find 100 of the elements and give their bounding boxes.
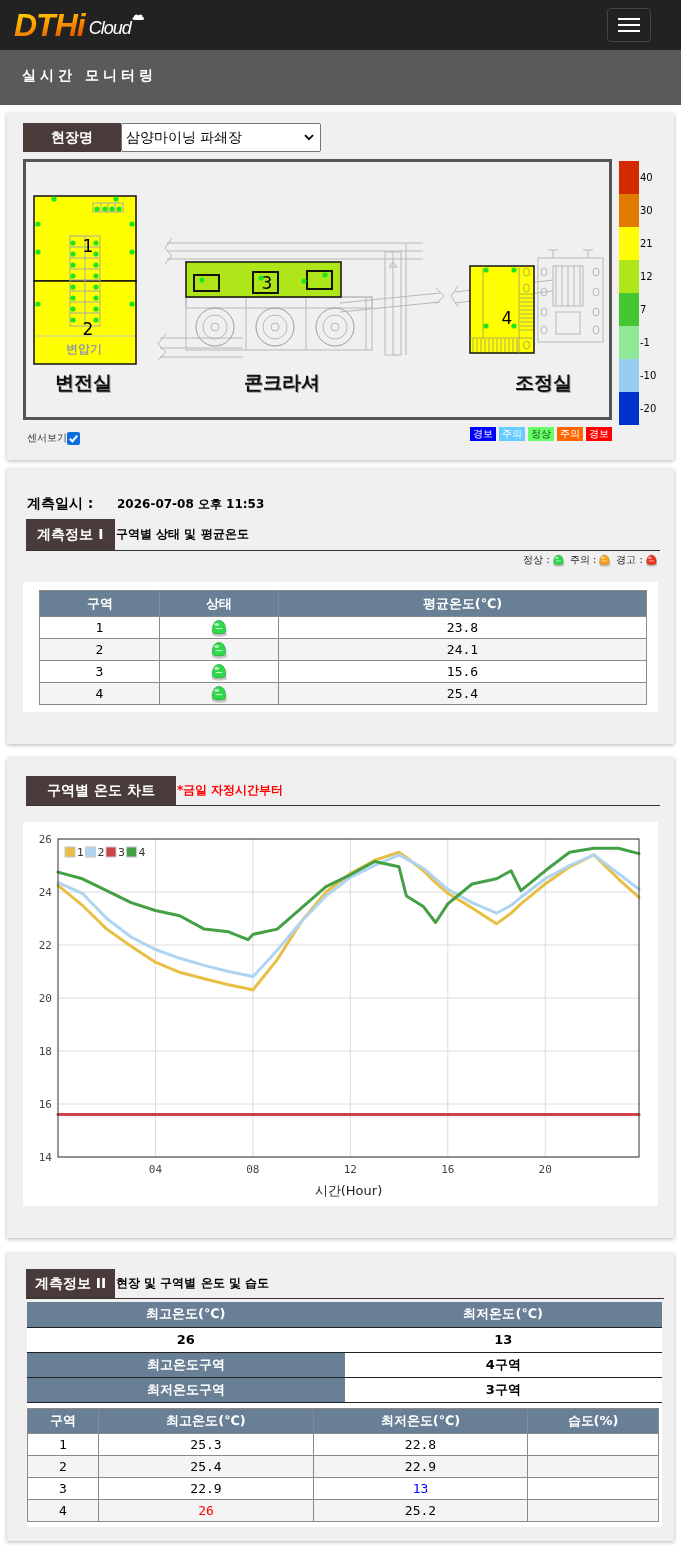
sensor-dot-icon: [483, 323, 489, 329]
table-cell: 23.8: [278, 616, 647, 639]
section-title: 계측정보 II: [26, 1269, 115, 1298]
zone-number: 4: [501, 308, 513, 328]
axis-tick-label: 20: [538, 1163, 552, 1176]
equipment-outline: [193, 274, 220, 292]
sensor-dot-icon: [93, 317, 99, 323]
table-cell: 15.6: [278, 660, 647, 683]
section-title: 구역별 온도 차트: [26, 776, 176, 805]
axis-tick-label: 24: [38, 886, 52, 899]
legend-label: 1: [77, 846, 84, 859]
zone-number: 1: [82, 236, 94, 256]
summary-label: 최고온도(℃): [27, 1302, 345, 1327]
sensor-dot-icon: [93, 273, 99, 279]
menu-button[interactable]: [607, 8, 651, 42]
summary-value: 3구역: [344, 1377, 662, 1402]
table-cell: 3: [27, 1477, 99, 1499]
chevron-down-icon: [304, 134, 314, 141]
sensor-toggle-label: 센서보기: [27, 431, 67, 445]
measured-at-label: 계측일시 :: [27, 495, 95, 513]
column-header: 구역: [27, 1408, 99, 1433]
summary-value: 26: [27, 1327, 345, 1352]
column-header: 평균온도(℃): [278, 590, 647, 617]
sensor-dot-icon: [70, 240, 76, 246]
section-subtitle: 현장 및 구역별 온도 및 습도: [116, 1275, 269, 1292]
sensor-dot-icon: [70, 284, 76, 290]
summary-label: 최저온도(℃): [344, 1302, 662, 1327]
sensor-dot-icon: [301, 278, 307, 284]
logo-subtitle: Cloud: [88, 17, 131, 39]
menu-icon: [618, 17, 640, 33]
summary-label: 최고온도구역: [27, 1352, 345, 1377]
axis-tick-label: 12: [343, 1163, 357, 1176]
section-subtitle: 구역별 상태 및 평균온도: [116, 526, 249, 543]
sensor-dot-icon: [93, 295, 99, 301]
section-title: 계측정보 I: [26, 519, 115, 550]
table-cell: 25.3: [98, 1433, 314, 1455]
axis-tick-label: 22: [38, 939, 52, 952]
zone-number: 3: [261, 273, 273, 293]
sensor-dot-icon: [129, 301, 135, 307]
cloud-icon: [131, 13, 144, 20]
column-header: 구역: [39, 590, 160, 617]
status-legend-label: 경고 :: [616, 553, 643, 567]
sensor-dot-icon: [511, 323, 517, 329]
table-cell: 26: [98, 1499, 314, 1521]
sensor-dot-icon: [129, 221, 135, 227]
equipment-label: 변압기: [66, 342, 102, 356]
table-cell: 4: [39, 682, 160, 705]
site-select[interactable]: 삼양마이닝 파쇄장: [121, 123, 321, 152]
sensor-dot-icon: [93, 306, 99, 312]
room-label: 변전실: [54, 371, 112, 393]
axis-tick-label: 04: [148, 1163, 163, 1176]
axis-tick-label: 18: [38, 1045, 52, 1058]
legend-label: 4: [138, 846, 146, 859]
alert-level-tag: 주의: [499, 427, 525, 441]
scale-label: -1: [640, 337, 650, 348]
table-cell: 25.4: [278, 682, 647, 705]
sensor-dot-icon: [93, 284, 99, 290]
equipment-outline: [306, 270, 333, 290]
sensor-toggle-checkbox[interactable]: [67, 431, 80, 445]
sensor-dot-icon: [199, 277, 205, 283]
sensor-dot-icon: [93, 251, 99, 257]
sensor-dot-icon: [113, 196, 119, 202]
sensor-dot-icon: [70, 273, 76, 279]
table-cell: 24.1: [278, 638, 647, 661]
sensor-dot-icon: [93, 262, 99, 268]
scale-label: 30: [640, 205, 653, 216]
axis-tick-label: 16: [441, 1163, 455, 1176]
scale-label: 7: [640, 304, 647, 315]
sensor-dot-icon: [94, 206, 100, 212]
scale-label: -10: [640, 370, 657, 381]
column-header: 상태: [159, 590, 279, 617]
summary-value: 4구역: [344, 1352, 662, 1377]
table-cell: 22.9: [313, 1455, 528, 1477]
sensor-dot-icon: [35, 249, 41, 255]
axis-tick-label: 26: [38, 833, 52, 846]
sensor-dot-icon: [70, 295, 76, 301]
scale-label: 21: [640, 238, 653, 249]
status-legend-label: 주의 :: [569, 553, 597, 567]
alert-level-tag: 정상: [528, 427, 554, 441]
table-cell: 2: [39, 638, 160, 661]
table-cell: 25.2: [313, 1499, 528, 1521]
axis-tick-label: 08: [246, 1163, 260, 1176]
sensor-dot-icon: [70, 251, 76, 257]
sensor-dot-icon: [511, 267, 517, 273]
status-legend-label: 정상 :: [523, 553, 550, 567]
summary-label: 최저온도구역: [27, 1377, 345, 1402]
sensor-dot-icon: [70, 262, 76, 268]
sensor-dot-icon: [70, 317, 76, 323]
room-label: 조정실: [514, 371, 572, 393]
column-header: 최고온도(℃): [98, 1408, 314, 1433]
sensor-dot-icon: [483, 267, 489, 273]
sensor-dot-icon: [35, 221, 41, 227]
sensor-dot-icon: [70, 306, 76, 312]
summary-value: 13: [344, 1327, 662, 1352]
axis-title: 시간(Hour): [314, 1183, 383, 1198]
alert-level-tag: 주의: [557, 427, 583, 441]
table-cell: 2: [27, 1455, 99, 1477]
room-label: 콘크라셔: [244, 371, 320, 393]
legend-label: 3: [118, 846, 125, 859]
scale-label: 40: [640, 172, 653, 183]
